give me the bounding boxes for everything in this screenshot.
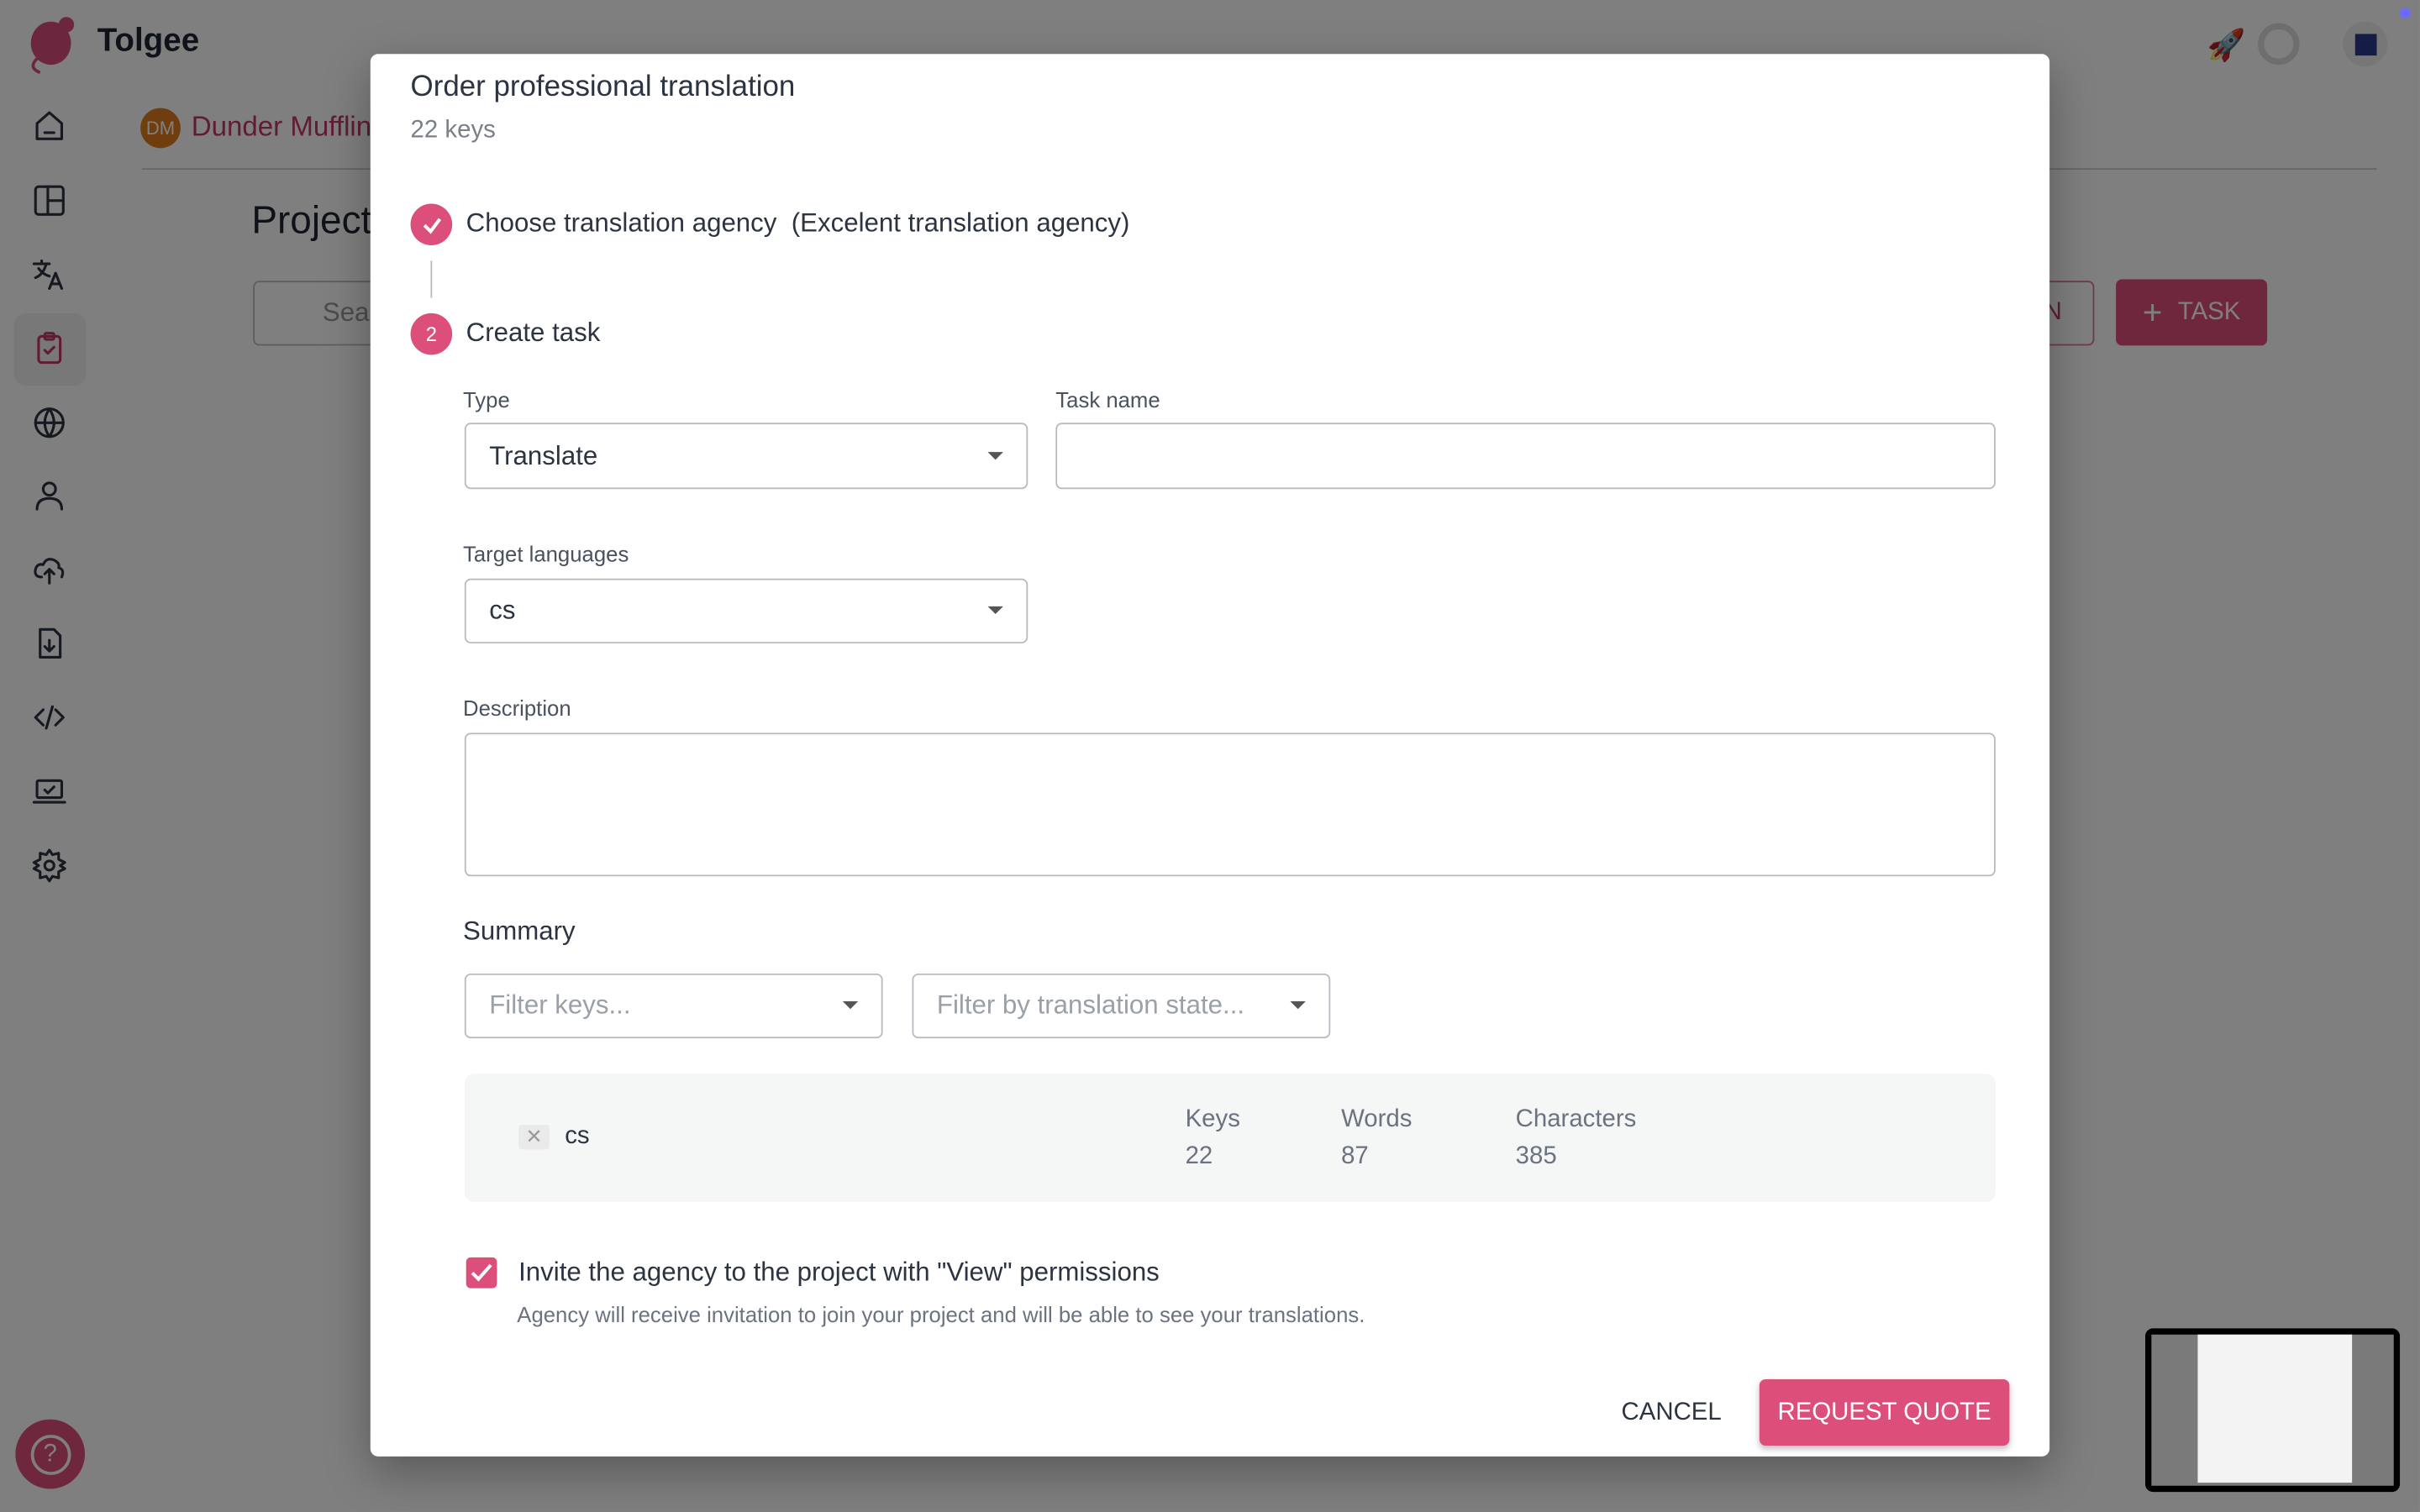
remove-language-button[interactable]: ✕: [518, 1124, 550, 1150]
characters-header: Characters: [1515, 1105, 1637, 1133]
step-1-label[interactable]: Choose translation agency (Excelent tran…: [466, 208, 1130, 239]
dropdown-arrow-icon: [842, 1001, 859, 1010]
task-name-input[interactable]: [1055, 423, 1996, 490]
dialog-title: Order professional translation: [410, 71, 796, 104]
invite-label[interactable]: Invite the agency to the project with "V…: [518, 1257, 1160, 1289]
keys-header: Keys: [1185, 1105, 1240, 1133]
target-languages-select[interactable]: cs: [464, 578, 1028, 643]
description-textarea[interactable]: [464, 732, 1996, 877]
summary-row: ✕ cs Keys 22 Words 87 Characters 385: [464, 1074, 1996, 1202]
invite-help-text: Agency will receive invitation to join y…: [517, 1302, 1365, 1327]
task-name-label: Task name: [1055, 387, 1160, 412]
dialog-subtitle: 22 keys: [410, 117, 496, 144]
dropdown-arrow-icon: [987, 451, 1003, 459]
summary-language: cs: [565, 1123, 590, 1150]
words-header: Words: [1341, 1105, 1413, 1133]
step-2-label: Create task: [466, 318, 601, 348]
summary-title: Summary: [463, 916, 576, 946]
dropdown-arrow-icon: [1290, 1001, 1306, 1010]
keys-value: 22: [1185, 1142, 1213, 1170]
order-translation-dialog: Order professional translation 22 keys C…: [370, 54, 2050, 1457]
cancel-button[interactable]: CANCEL: [1605, 1379, 1738, 1446]
words-value: 87: [1341, 1142, 1369, 1170]
request-quote-button[interactable]: REQUEST QUOTE: [1759, 1379, 2010, 1446]
step-done-check-icon: [410, 203, 453, 246]
screen-thumbnail[interactable]: [2145, 1328, 2401, 1493]
step-2-number: 2: [410, 312, 453, 355]
invite-checkbox[interactable]: [466, 1257, 497, 1289]
dropdown-arrow-icon: [987, 606, 1003, 615]
step-connector: [430, 260, 433, 298]
notification-dot: [2400, 8, 2411, 19]
characters-value: 385: [1515, 1142, 1557, 1170]
target-languages-label: Target languages: [463, 541, 629, 567]
type-select[interactable]: Translate: [464, 423, 1028, 490]
filter-keys-select[interactable]: Filter keys...: [464, 973, 883, 1039]
filter-state-select[interactable]: Filter by translation state...: [912, 973, 1331, 1039]
type-label: Type: [463, 387, 510, 412]
description-label: Description: [463, 696, 571, 721]
